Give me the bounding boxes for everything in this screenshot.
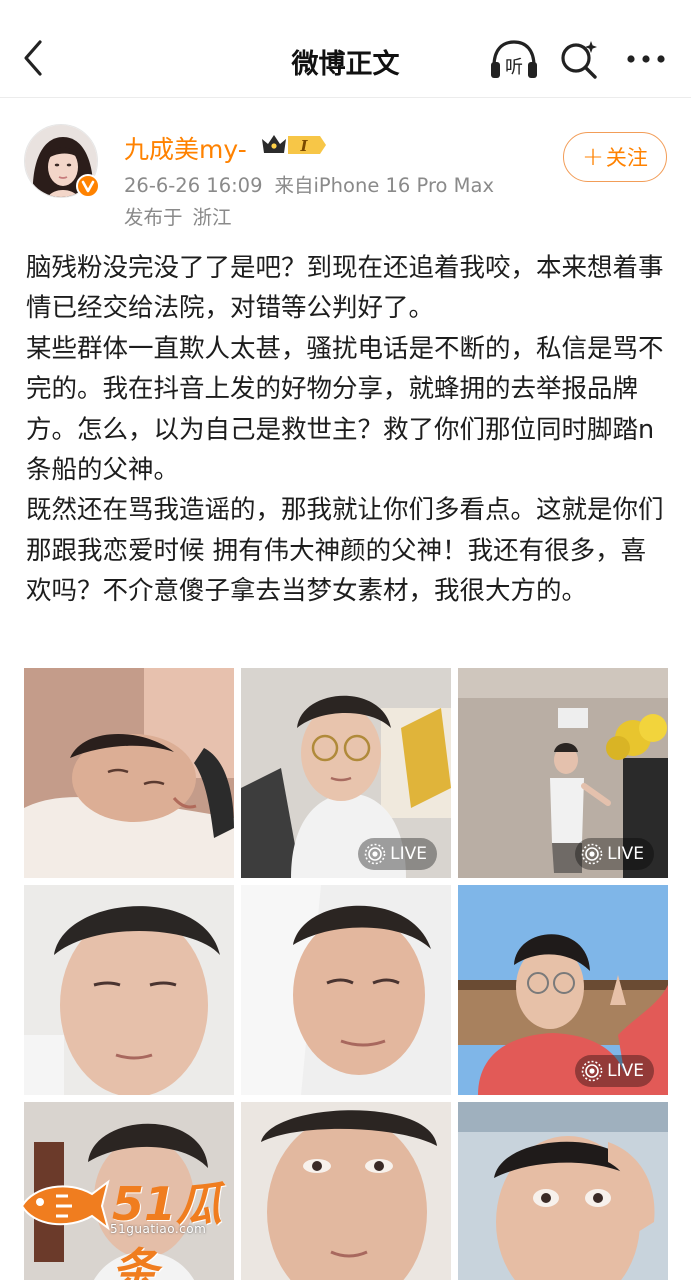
live-photo-badge: LIVE xyxy=(575,1055,654,1087)
photo-thumbnail-3[interactable]: LIVE xyxy=(458,668,668,878)
photo-thumbnail-7[interactable] xyxy=(24,1102,234,1280)
vip-level: I xyxy=(299,137,308,155)
post-meta: 26-6-26 16:09 来自iPhone 16 Pro Max xyxy=(124,169,494,198)
post-paragraph: 脑残粉没完没了了是吧？到现在还追着我咬，本来想着事情已经交给法院，对错等公判好了… xyxy=(26,253,664,324)
live-label: LIVE xyxy=(607,844,644,864)
verified-badge-icon xyxy=(76,174,100,198)
more-options-icon[interactable] xyxy=(624,42,668,76)
plus-icon: + xyxy=(582,142,604,172)
live-photo-icon xyxy=(364,843,386,865)
photo-thumbnail-1[interactable] xyxy=(24,668,234,878)
live-label: LIVE xyxy=(607,1061,644,1081)
live-label: LIVE xyxy=(390,844,427,864)
photo-thumbnail-2[interactable]: LIVE xyxy=(241,668,451,878)
top-navbar: 微博正文 听 xyxy=(0,0,691,98)
post-location-line: 发布于 浙江 xyxy=(124,201,232,230)
listen-label: 听 xyxy=(505,57,523,78)
location-prefix: 发布于 xyxy=(124,206,183,229)
post-location: 浙江 xyxy=(192,206,232,229)
post-source: 来自iPhone 16 Pro Max xyxy=(274,174,494,197)
photo-thumbnail-6[interactable]: LIVE xyxy=(458,885,668,1095)
post-paragraph: 既然还在骂我造谣的，那我就让你们多看点。这就是你们那跟我恋爱时候 拥有伟大神颜的… xyxy=(26,495,664,607)
live-photo-badge: LIVE xyxy=(575,838,654,870)
post-timestamp: 26-6-26 16:09 xyxy=(124,174,263,197)
photo-thumbnail-4[interactable] xyxy=(24,885,234,1095)
listen-icon[interactable]: 听 xyxy=(488,36,540,82)
post-paragraph: 某些群体一直欺人太甚，骚扰电话是不断的，私信是骂不完的。我在抖音上发的好物分享，… xyxy=(26,333,664,486)
back-icon[interactable] xyxy=(14,38,54,78)
search-icon[interactable] xyxy=(558,38,602,80)
post-body: 脑残粉没完没了了是吧？到现在还追着我咬，本来想着事情已经交给法院，对错等公判好了… xyxy=(26,248,671,612)
live-photo-icon xyxy=(581,843,603,865)
author-avatar[interactable] xyxy=(24,124,100,200)
author-name[interactable]: 九成美my- xyxy=(124,130,247,166)
live-photo-badge: LIVE xyxy=(358,838,437,870)
vip-crown-badge-icon: I xyxy=(260,131,328,159)
photo-thumbnail-8[interactable] xyxy=(241,1102,451,1280)
photo-thumbnail-5[interactable] xyxy=(241,885,451,1095)
follow-label: 关注 xyxy=(605,146,648,170)
photo-thumbnail-9[interactable] xyxy=(458,1102,668,1280)
follow-button[interactable]: + 关注 xyxy=(563,132,667,182)
live-photo-icon xyxy=(581,1060,603,1082)
